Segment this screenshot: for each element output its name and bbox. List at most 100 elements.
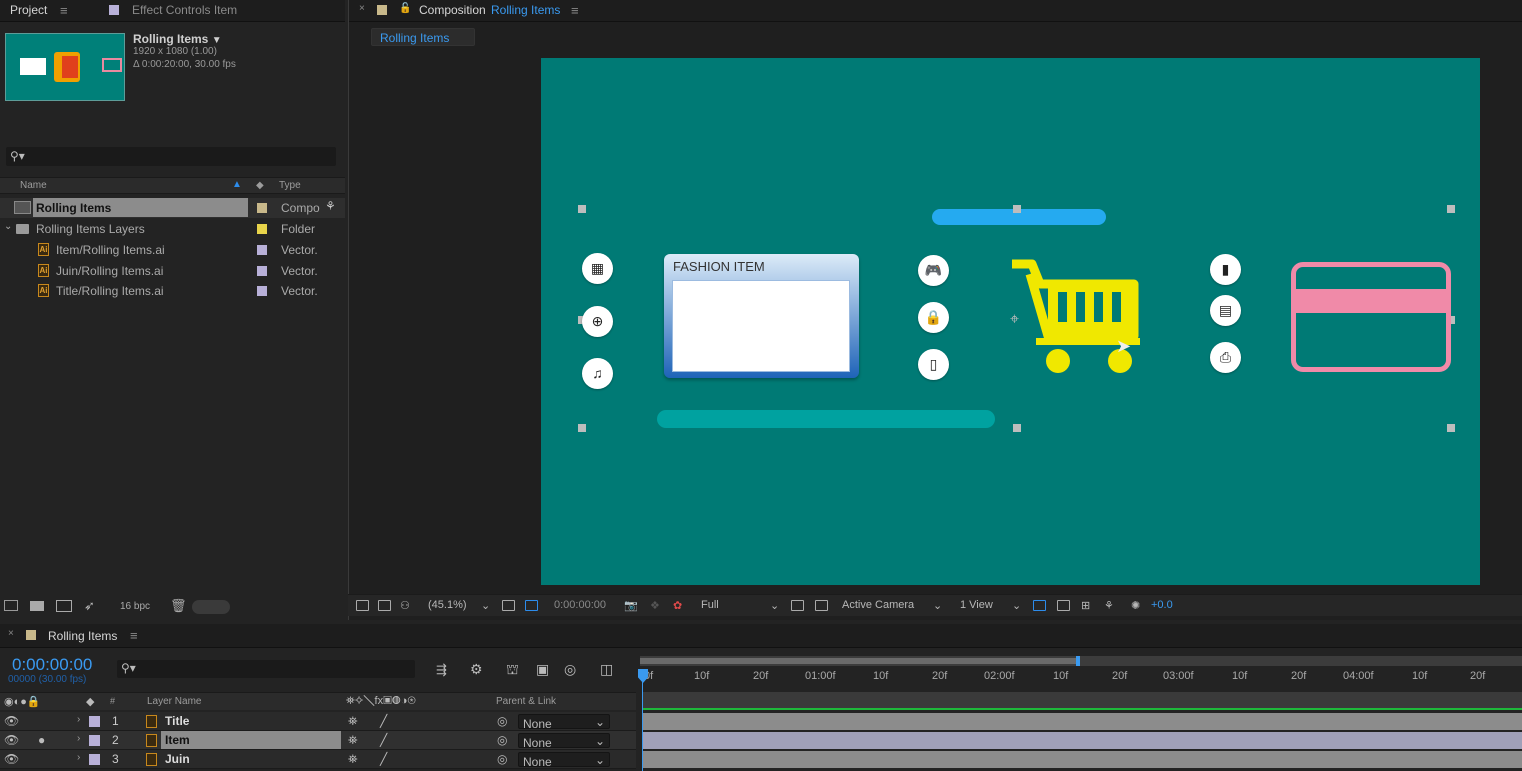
close-icon[interactable]: × xyxy=(359,3,365,14)
composition-tab-name[interactable]: Rolling Items xyxy=(491,3,560,17)
parent-select[interactable]: None ⌄ xyxy=(518,714,610,731)
label-tag-icon[interactable]: ◆ xyxy=(256,180,264,191)
chevron-down-icon[interactable]: ⌄ xyxy=(1012,599,1021,612)
label-swatch[interactable] xyxy=(89,754,100,765)
eye-icon[interactable]: 👁 xyxy=(4,752,19,766)
graph-editor-icon[interactable]: ◫ xyxy=(600,661,613,678)
tab-project[interactable]: Project xyxy=(10,3,47,17)
layer-duration-bar[interactable] xyxy=(643,713,1522,730)
timeline-search-input[interactable]: ⚲▾ xyxy=(117,660,415,678)
camera-select[interactable]: Active Camera xyxy=(842,599,914,611)
panel-menu-icon[interactable]: ≡ xyxy=(130,628,138,643)
col-layer-name[interactable]: Layer Name xyxy=(147,696,201,707)
eye-icon[interactable]: 👁 xyxy=(4,733,19,747)
layer-row[interactable]: 👁 › 1 Title ⛯ ╱ ◎ None ⌄ xyxy=(0,712,636,731)
viewer-timecode[interactable]: 0:00:00:00 xyxy=(554,599,606,611)
label-swatch[interactable] xyxy=(89,716,100,727)
work-area-track[interactable] xyxy=(640,656,1522,666)
resolution-select[interactable]: Full xyxy=(701,599,719,611)
3d-renderer-icon[interactable] xyxy=(1057,600,1070,611)
quality-icon[interactable]: ╱ xyxy=(380,714,387,728)
label-swatch[interactable] xyxy=(257,266,267,276)
composition-canvas[interactable]: ▦ ⊕ ♫ FASHION ITEM 🎮 🔒 ▯ ⌖ ▮ ▤ ⎙ ➤ xyxy=(541,58,1480,585)
grid-icon[interactable] xyxy=(356,600,369,611)
collapse-transform-icon[interactable]: ⛯ xyxy=(348,752,358,767)
panel-menu-icon[interactable]: ≡ xyxy=(571,3,579,18)
solo-icon[interactable]: ● xyxy=(38,733,45,747)
close-icon[interactable]: × xyxy=(8,628,14,639)
interpret-footage-icon[interactable] xyxy=(4,600,18,611)
pickwhip-icon[interactable]: ◎ xyxy=(497,714,507,728)
draft-3d-icon[interactable]: ⚙ xyxy=(470,661,483,678)
timeline-tab[interactable]: Rolling Items xyxy=(48,629,117,643)
project-item[interactable]: Ai Item/Rolling Items.ai Vector. xyxy=(0,240,345,260)
label-swatch[interactable] xyxy=(257,286,267,296)
zoom-level[interactable]: (45.1%) xyxy=(428,599,467,611)
comp-mini-flowchart-icon[interactable]: ⇶ xyxy=(436,662,447,678)
show-snapshot-icon[interactable]: ❖ xyxy=(650,599,660,612)
exposure-icon[interactable]: ✺ xyxy=(1131,599,1140,612)
sort-arrow-icon[interactable]: ▲ xyxy=(232,179,242,190)
project-search-input[interactable]: ⚲▾ xyxy=(6,147,336,166)
breadcrumb[interactable]: Rolling Items xyxy=(371,28,475,46)
lock-icon[interactable]: 🔓 xyxy=(399,3,411,14)
pickwhip-icon[interactable]: ◎ xyxy=(497,752,507,766)
transparency-grid-icon[interactable] xyxy=(525,600,538,611)
chevron-right-icon[interactable]: › xyxy=(77,752,80,763)
new-composition-icon[interactable] xyxy=(56,600,72,612)
dropdown-arrow-icon[interactable]: ▼ xyxy=(212,35,222,46)
shy-layers-icon[interactable]: ⛫ xyxy=(506,661,519,680)
tab-effect-controls[interactable]: Effect Controls Item xyxy=(132,3,237,17)
composition-tab-prefix[interactable]: Composition xyxy=(419,3,486,17)
monitor-icon[interactable] xyxy=(378,600,391,611)
layer-duration-bar[interactable] xyxy=(643,751,1522,768)
frame-blending-icon[interactable]: ▣ xyxy=(536,661,549,678)
label-swatch[interactable] xyxy=(257,203,267,213)
chevron-right-icon[interactable]: › xyxy=(77,733,80,744)
flowchart-icon[interactable]: ⚘ xyxy=(325,199,336,213)
transform-handle[interactable] xyxy=(1013,205,1021,213)
label-swatch[interactable] xyxy=(257,224,267,234)
pickwhip-icon[interactable]: ◎ xyxy=(497,733,507,747)
layer-row[interactable]: 👁 ● › 2 Item ⛯ ╱ ◎ None ⌄ xyxy=(0,731,636,750)
transform-handle[interactable] xyxy=(1013,424,1021,432)
exposure-value[interactable]: +0.0 xyxy=(1151,599,1173,611)
transform-handle[interactable] xyxy=(1447,205,1455,213)
quality-icon[interactable]: ╱ xyxy=(380,733,387,747)
transform-handle[interactable] xyxy=(578,424,586,432)
parent-select[interactable]: None ⌄ xyxy=(518,733,610,750)
col-parent[interactable]: Parent & Link xyxy=(496,696,556,707)
timeline-icon[interactable]: ⊞ xyxy=(1081,599,1090,612)
fast-preview-icon[interactable] xyxy=(791,600,804,611)
render-icon[interactable]: ➶ xyxy=(84,598,95,614)
col-name[interactable]: Name xyxy=(20,180,47,191)
view-layout-select[interactable]: 1 View xyxy=(960,599,993,611)
label-swatch[interactable] xyxy=(257,245,267,255)
col-type[interactable]: Type xyxy=(279,180,301,191)
collapse-transform-icon[interactable]: ⛯ xyxy=(348,714,358,729)
eye-icon[interactable]: 👁 xyxy=(4,714,19,728)
flowchart-icon[interactable]: ⚘ xyxy=(1104,599,1114,612)
scroll-pill[interactable] xyxy=(192,600,230,614)
chevron-down-icon[interactable]: ⌄ xyxy=(933,599,942,612)
panel-menu-icon[interactable]: ≡ xyxy=(60,3,68,18)
parent-select[interactable]: None ⌄ xyxy=(518,752,610,769)
current-timecode[interactable]: 0:00:00:00 xyxy=(12,655,92,675)
trash-icon[interactable]: 🗑 xyxy=(170,598,187,614)
project-item[interactable]: ⌄ Rolling Items Layers Folder xyxy=(0,219,345,239)
color-channel-icon[interactable]: ✿ xyxy=(673,599,682,612)
new-folder-icon[interactable] xyxy=(30,601,44,611)
chevron-down-icon[interactable]: ⌄ xyxy=(770,599,779,612)
layer-name[interactable]: Title xyxy=(165,714,189,728)
layer-duration-bar[interactable] xyxy=(643,732,1522,749)
layer-name[interactable]: Juin xyxy=(165,752,190,766)
collapse-transform-icon[interactable]: ⛯ xyxy=(348,733,358,748)
project-item[interactable]: Ai Title/Rolling Items.ai Vector. xyxy=(0,281,345,301)
chevron-right-icon[interactable]: › xyxy=(77,714,80,725)
time-ruler[interactable]: 0f 10f 20f 01:00f 10f 20f 02:00f 10f 20f… xyxy=(640,668,1522,690)
quality-icon[interactable]: ╱ xyxy=(380,752,387,766)
motion-blur-icon[interactable]: ◎ xyxy=(564,661,576,678)
anchor-point-icon[interactable]: ⌖ xyxy=(1010,311,1019,329)
work-area-bar[interactable] xyxy=(640,658,1078,664)
work-area-end-handle[interactable] xyxy=(1076,656,1080,666)
